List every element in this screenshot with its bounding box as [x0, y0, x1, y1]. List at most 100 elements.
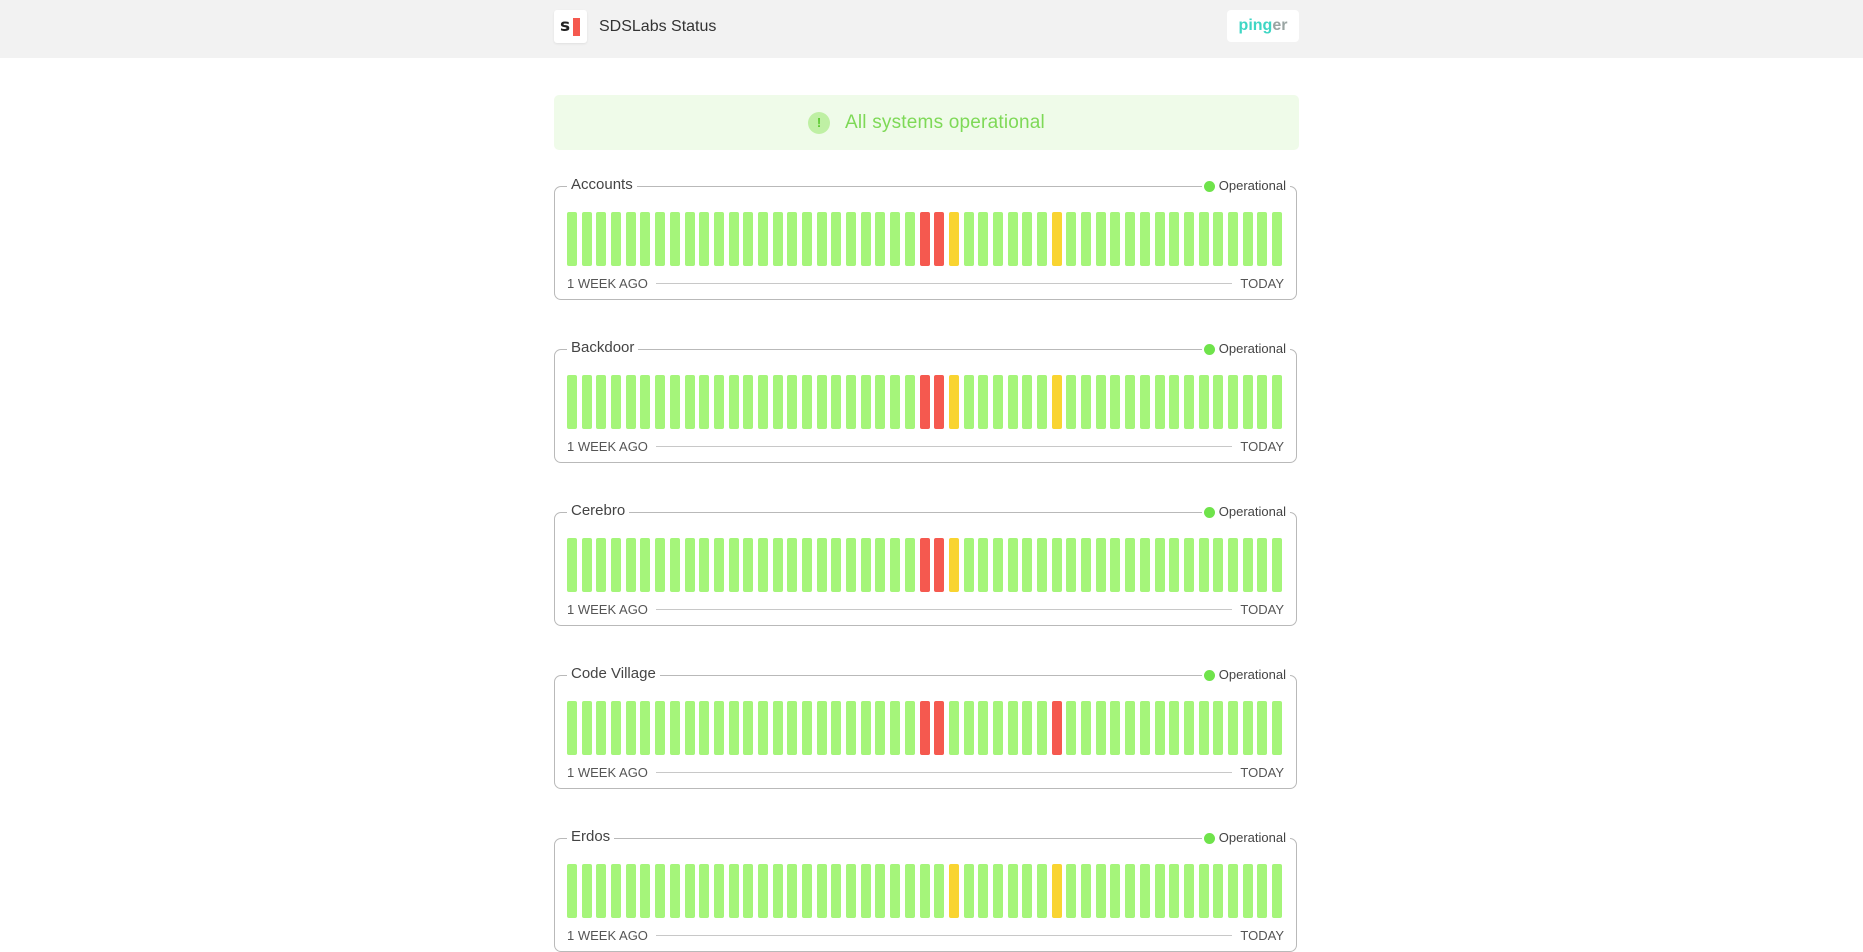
uptime-bar-up[interactable]	[890, 864, 901, 918]
uptime-bar-up[interactable]	[743, 212, 754, 266]
uptime-bar-up[interactable]	[1257, 538, 1268, 592]
uptime-bar-down[interactable]	[934, 212, 945, 266]
uptime-bar-up[interactable]	[860, 375, 871, 429]
uptime-bar-up[interactable]	[596, 375, 607, 429]
uptime-bar-up[interactable]	[890, 375, 901, 429]
uptime-bar-up[interactable]	[1154, 701, 1165, 755]
uptime-bar-up[interactable]	[1154, 864, 1165, 918]
uptime-bar-up[interactable]	[581, 701, 592, 755]
uptime-bar-up[interactable]	[992, 701, 1003, 755]
uptime-bar-up[interactable]	[1037, 864, 1047, 918]
uptime-bar-up[interactable]	[963, 864, 974, 918]
uptime-bar-up[interactable]	[875, 701, 886, 755]
uptime-bar-up[interactable]	[1022, 864, 1033, 918]
uptime-bar-up[interactable]	[846, 701, 857, 755]
uptime-bar-up[interactable]	[1022, 375, 1033, 429]
uptime-bar-up[interactable]	[802, 212, 812, 266]
uptime-bar-up[interactable]	[772, 701, 783, 755]
uptime-bar-up[interactable]	[699, 212, 710, 266]
uptime-bar-up[interactable]	[1242, 538, 1253, 592]
uptime-bar-up[interactable]	[1095, 864, 1106, 918]
uptime-bar-up[interactable]	[1081, 864, 1092, 918]
uptime-bar-up[interactable]	[1007, 864, 1018, 918]
uptime-bar-up[interactable]	[1257, 864, 1268, 918]
uptime-bar-up[interactable]	[728, 864, 739, 918]
uptime-bar-up[interactable]	[1125, 212, 1136, 266]
uptime-bar-up[interactable]	[1154, 212, 1165, 266]
uptime-bar-up[interactable]	[846, 212, 857, 266]
uptime-bar-up[interactable]	[611, 375, 622, 429]
uptime-bar-up[interactable]	[904, 701, 915, 755]
uptime-bar-up[interactable]	[611, 212, 622, 266]
uptime-bar-up[interactable]	[1125, 375, 1136, 429]
uptime-bar-up[interactable]	[1272, 538, 1282, 592]
uptime-bar-up[interactable]	[728, 701, 739, 755]
uptime-bar-up[interactable]	[567, 701, 577, 755]
uptime-bar-up[interactable]	[581, 864, 592, 918]
uptime-bar-up[interactable]	[1183, 375, 1194, 429]
uptime-bar-down[interactable]	[1051, 701, 1062, 755]
uptime-bar-up[interactable]	[684, 375, 695, 429]
uptime-bar-up[interactable]	[1125, 701, 1136, 755]
uptime-bar-up[interactable]	[1213, 212, 1224, 266]
uptime-bar-up[interactable]	[757, 538, 768, 592]
uptime-bar-up[interactable]	[992, 212, 1003, 266]
uptime-bar-up[interactable]	[1227, 212, 1238, 266]
uptime-bar-up[interactable]	[875, 538, 886, 592]
uptime-bar-up[interactable]	[772, 212, 783, 266]
uptime-bar-up[interactable]	[992, 375, 1003, 429]
uptime-bar-partial[interactable]	[948, 212, 959, 266]
uptime-bar-up[interactable]	[728, 212, 739, 266]
uptime-bar-up[interactable]	[992, 538, 1003, 592]
pinger-link-button[interactable]: ping er	[1227, 10, 1299, 42]
uptime-bar-up[interactable]	[816, 375, 827, 429]
uptime-bar-up[interactable]	[1095, 701, 1106, 755]
uptime-bar-up[interactable]	[1272, 701, 1282, 755]
uptime-bar-up[interactable]	[860, 212, 871, 266]
uptime-bar-up[interactable]	[1051, 538, 1062, 592]
uptime-bar-up[interactable]	[787, 212, 798, 266]
uptime-bar-up[interactable]	[581, 375, 592, 429]
uptime-bar-up[interactable]	[1198, 701, 1209, 755]
uptime-bar-up[interactable]	[1139, 375, 1150, 429]
uptime-bar-up[interactable]	[669, 212, 680, 266]
uptime-bar-up[interactable]	[1242, 864, 1253, 918]
uptime-bar-down[interactable]	[934, 538, 945, 592]
uptime-bar-up[interactable]	[1198, 212, 1209, 266]
uptime-bar-up[interactable]	[1007, 538, 1018, 592]
uptime-bar-up[interactable]	[1227, 864, 1238, 918]
uptime-bar-up[interactable]	[625, 538, 636, 592]
uptime-bar-up[interactable]	[831, 701, 842, 755]
uptime-bar-up[interactable]	[567, 212, 577, 266]
uptime-bar-up[interactable]	[846, 864, 857, 918]
uptime-bar-up[interactable]	[816, 212, 827, 266]
uptime-bar-up[interactable]	[640, 864, 651, 918]
uptime-bar-up[interactable]	[713, 212, 724, 266]
uptime-bar-up[interactable]	[1066, 375, 1077, 429]
uptime-bar-up[interactable]	[625, 864, 636, 918]
uptime-bar-up[interactable]	[655, 864, 666, 918]
uptime-bar-up[interactable]	[1272, 864, 1282, 918]
uptime-bar-up[interactable]	[640, 701, 651, 755]
uptime-bar-up[interactable]	[846, 375, 857, 429]
uptime-bar-up[interactable]	[978, 375, 989, 429]
uptime-bar-up[interactable]	[1095, 212, 1106, 266]
uptime-bar-up[interactable]	[1007, 375, 1018, 429]
uptime-bar-up[interactable]	[757, 701, 768, 755]
uptime-bar-partial[interactable]	[1051, 864, 1062, 918]
uptime-bar-up[interactable]	[1095, 375, 1106, 429]
uptime-bar-up[interactable]	[1183, 538, 1194, 592]
uptime-bar-partial[interactable]	[1051, 212, 1062, 266]
uptime-bar-up[interactable]	[1213, 864, 1224, 918]
uptime-bar-up[interactable]	[816, 538, 827, 592]
uptime-bar-up[interactable]	[1257, 375, 1268, 429]
uptime-bar-up[interactable]	[1198, 864, 1209, 918]
uptime-bar-up[interactable]	[611, 864, 622, 918]
uptime-bar-up[interactable]	[743, 375, 754, 429]
uptime-bar-up[interactable]	[1022, 538, 1033, 592]
uptime-bar-up[interactable]	[713, 864, 724, 918]
uptime-bar-up[interactable]	[1125, 864, 1136, 918]
uptime-bar-down[interactable]	[919, 212, 930, 266]
uptime-bar-up[interactable]	[743, 864, 754, 918]
uptime-bar-up[interactable]	[1139, 212, 1150, 266]
